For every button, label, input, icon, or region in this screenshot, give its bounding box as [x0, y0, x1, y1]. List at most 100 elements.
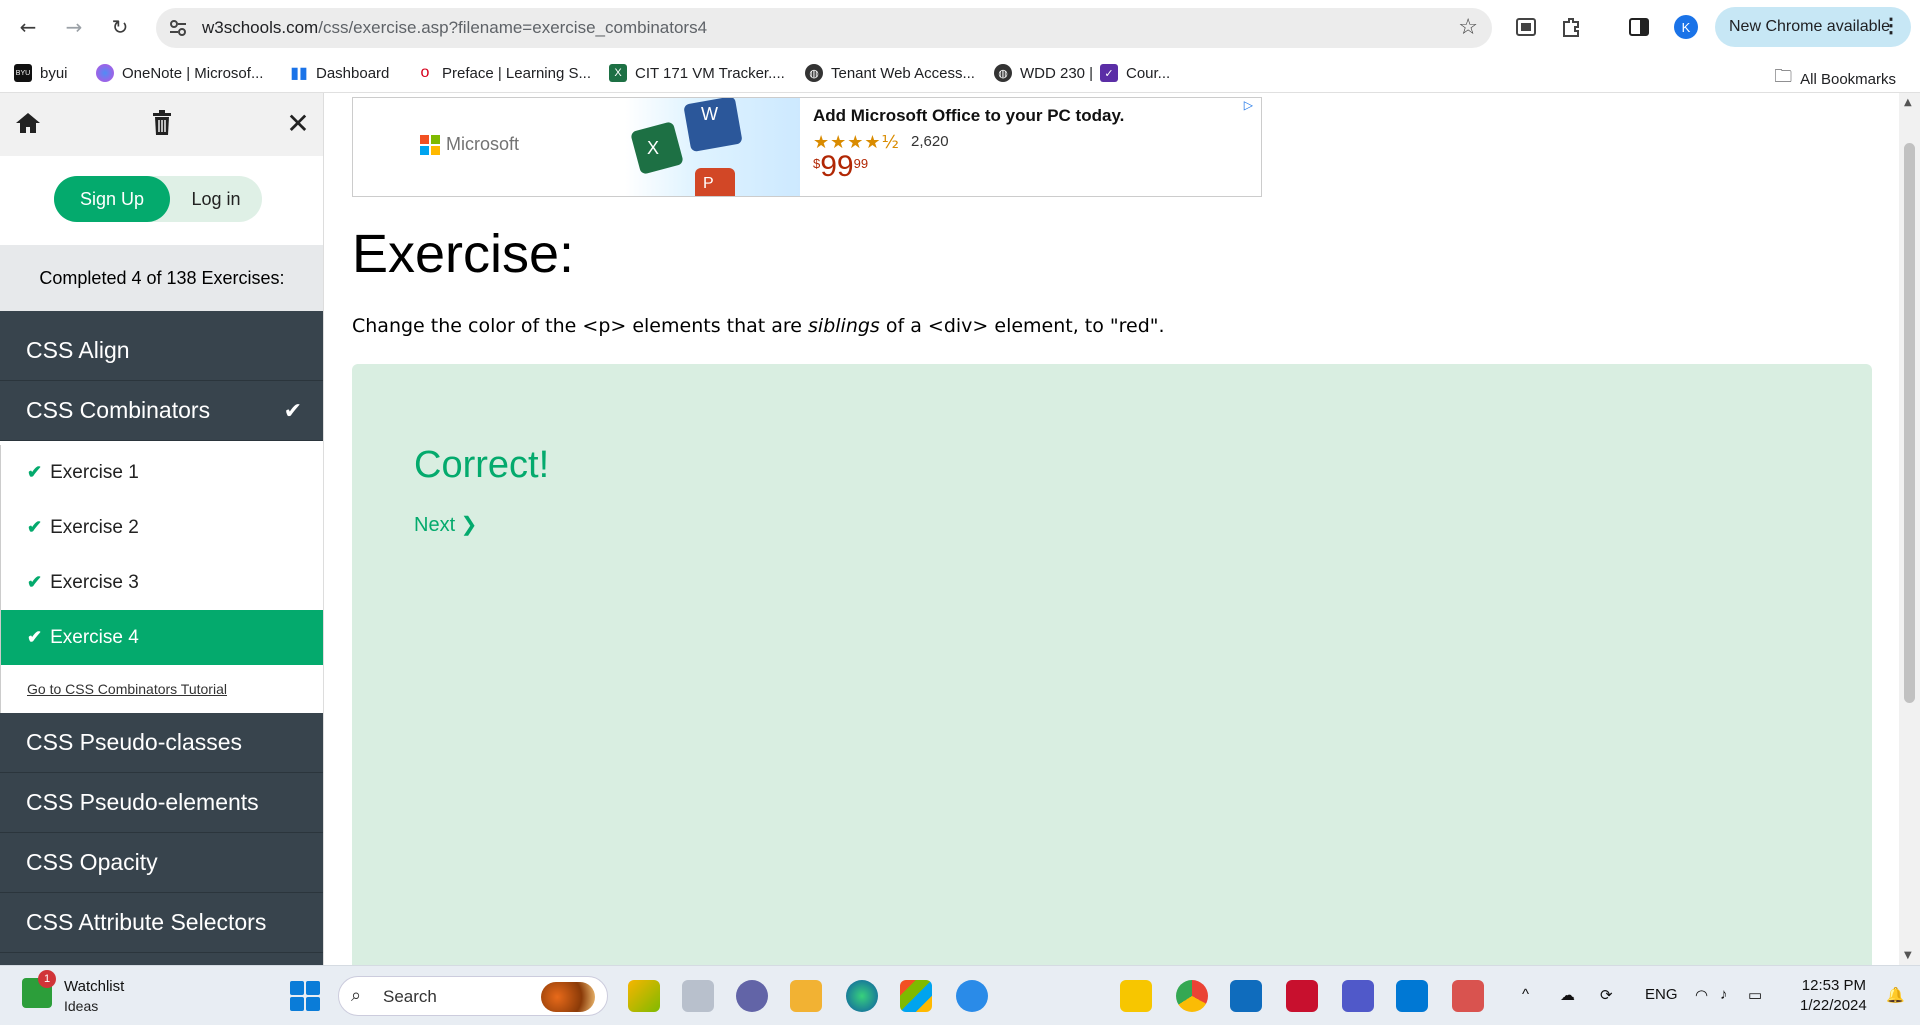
address-bar[interactable]: w3schools.com/css/exercise.asp?filename=…: [156, 8, 1492, 48]
scroll-up-icon[interactable]: ▲: [1904, 97, 1912, 108]
section-next-partial[interactable]: [0, 953, 323, 965]
bookmark-item[interactable]: ▮▮ Dashboard: [290, 64, 389, 83]
dev-home-app-icon[interactable]: [628, 980, 660, 1012]
update-chrome-button[interactable]: New Chrome available ⋮: [1715, 7, 1911, 47]
section-label: CSS Align: [26, 337, 130, 363]
bookmark-item[interactable]: o Preface | Learning S...: [416, 64, 591, 82]
profile-avatar[interactable]: K: [1674, 15, 1698, 39]
volume-icon[interactable]: ♪: [1720, 986, 1728, 1003]
system-clock[interactable]: 12:53 PM 1/22/2024: [1800, 976, 1867, 1016]
copilot-icon: [96, 64, 114, 82]
exercise-sidebar: ✕ Sign Up Log in Completed 4 of 138 Exer…: [0, 93, 324, 965]
page-title: Exercise:: [352, 224, 575, 284]
adchoices-icon[interactable]: ▷: [1244, 98, 1253, 112]
onedrive-icon[interactable]: ☁: [1560, 986, 1575, 1004]
taskbar-search[interactable]: ⌕ Search: [338, 976, 608, 1016]
close-icon[interactable]: ✕: [282, 107, 314, 140]
section-css-pseudo-classes[interactable]: CSS Pseudo-classes: [0, 713, 323, 773]
bookmark-label: Preface | Learning S...: [442, 64, 591, 82]
bookmarks-bar: BYU byui OneNote | Microsof... ▮▮ Dashboar…: [0, 55, 1920, 93]
rating-count: 2,620: [911, 133, 949, 150]
notifications-bell-icon[interactable]: 🔔: [1886, 986, 1905, 1004]
bookmark-label: CIT 171 VM Tracker....: [635, 64, 785, 82]
file-explorer-icon[interactable]: [790, 980, 822, 1012]
instruction-part: Change the color of the <p> elements tha…: [352, 315, 809, 337]
advertisement-banner[interactable]: Microsoft X W P Add Microsoft Office to …: [352, 96, 1262, 204]
teams-chat-icon[interactable]: [736, 980, 768, 1012]
section-css-pseudo-elements[interactable]: CSS Pseudo-elements: [0, 773, 323, 833]
exercise-item-3[interactable]: ✔ Exercise 3: [0, 555, 323, 610]
vertical-scrollbar[interactable]: ▲ ▼: [1899, 93, 1920, 965]
exercise-label: Exercise 2: [50, 516, 139, 538]
exercise-item-2[interactable]: ✔ Exercise 2: [0, 500, 323, 555]
sidebar-toolbar: ✕: [0, 93, 323, 156]
scrollbar-thumb[interactable]: [1904, 143, 1915, 703]
home-icon[interactable]: [12, 107, 44, 139]
exercise-label: Exercise 3: [50, 571, 139, 593]
back-icon[interactable]: ←: [14, 13, 42, 41]
task-view-icon[interactable]: [682, 980, 714, 1012]
bookmark-item[interactable]: ✓ Cour...: [1100, 64, 1170, 82]
all-bookmarks[interactable]: 🗀 All Bookmarks: [1774, 64, 1896, 94]
exercise-item-1[interactable]: ✔ Exercise 1: [0, 445, 323, 500]
bookmark-item[interactable]: X CIT 171 VM Tracker....: [609, 64, 785, 82]
completed-counter: Completed 4 of 138 Exercises:: [0, 245, 323, 311]
bookmark-item[interactable]: BYU byui: [14, 64, 68, 82]
section-label: CSS Pseudo-classes: [26, 729, 243, 755]
search-icon: ⌕: [351, 985, 362, 1005]
section-css-attribute-selectors[interactable]: CSS Attribute Selectors: [0, 893, 323, 953]
battery-icon[interactable]: ▭: [1748, 986, 1762, 1004]
side-panel-icon[interactable]: [1625, 13, 1653, 41]
ad-price: $9999: [813, 150, 868, 184]
teams-icon[interactable]: [1342, 980, 1374, 1012]
widget-title[interactable]: Watchlist: [64, 978, 124, 995]
watchlist-widget-icon[interactable]: 1: [22, 970, 56, 1008]
outlook-icon[interactable]: [1230, 980, 1262, 1012]
menu-dots-icon[interactable]: ⋮: [1881, 13, 1901, 39]
section-css-align[interactable]: CSS Align: [0, 321, 323, 381]
excel-icon: X: [609, 64, 627, 82]
show-hidden-icons-icon[interactable]: ^: [1522, 986, 1529, 1003]
reload-icon[interactable]: ↻: [106, 13, 134, 41]
bookmark-label: Cour...: [1126, 64, 1171, 82]
exercise-item-4[interactable]: ✔ Exercise 4: [0, 610, 323, 665]
snipping-tool-icon[interactable]: [1452, 980, 1484, 1012]
language-indicator[interactable]: ENG: [1645, 986, 1678, 1003]
exercise-instruction: Change the color of the <p> elements tha…: [352, 315, 1165, 337]
tutorial-link[interactable]: Go to CSS Combinators Tutorial: [0, 665, 323, 713]
section-css-combinators[interactable]: CSS Combinators ✔: [0, 381, 323, 441]
login-button[interactable]: Log in: [170, 176, 262, 222]
sticky-notes-icon[interactable]: [1120, 980, 1152, 1012]
svg-text:X: X: [647, 138, 659, 158]
site-info-icon[interactable]: [168, 18, 188, 38]
bookmark-item[interactable]: ◍ Tenant Web Access...: [805, 64, 975, 82]
bookmark-label: WDD 230 |: [1020, 64, 1094, 82]
mcafee-icon[interactable]: [1286, 980, 1318, 1012]
get-help-icon[interactable]: [956, 980, 988, 1012]
scroll-down-icon[interactable]: ▼: [1904, 950, 1912, 961]
chrome-icon[interactable]: [1176, 980, 1208, 1012]
wifi-icon[interactable]: ◠: [1695, 986, 1708, 1004]
microsoft-logo: Microsoft: [420, 134, 519, 155]
bookmark-item[interactable]: ◍ WDD 230 |: [994, 64, 1093, 82]
signup-button[interactable]: Sign Up: [54, 176, 170, 222]
bookmark-star-icon[interactable]: ☆: [1458, 15, 1478, 40]
section-css-opacity[interactable]: CSS Opacity: [0, 833, 323, 893]
section-divider: [0, 311, 323, 321]
checkmark-icon: ✔: [283, 398, 302, 423]
vscode-icon[interactable]: [1396, 980, 1428, 1012]
next-link[interactable]: Next ❯: [414, 512, 477, 537]
edge-icon[interactable]: [846, 980, 878, 1012]
trash-icon[interactable]: [146, 107, 178, 139]
office-apps-image: X W P: [625, 96, 800, 204]
clock-date: 1/22/2024: [1800, 997, 1867, 1014]
windows-start-icon[interactable]: [290, 981, 320, 1011]
forward-icon[interactable]: →: [60, 13, 88, 41]
bookmark-item[interactable]: OneNote | Microsof...: [96, 64, 263, 82]
store-icon[interactable]: [900, 980, 932, 1012]
extension-film-icon[interactable]: [1512, 13, 1540, 41]
extensions-puzzle-icon[interactable]: [1557, 13, 1585, 41]
price-cents: 99: [853, 156, 869, 171]
checkmark-icon: ✔: [27, 462, 43, 482]
sync-icon[interactable]: ⟳: [1600, 986, 1613, 1004]
